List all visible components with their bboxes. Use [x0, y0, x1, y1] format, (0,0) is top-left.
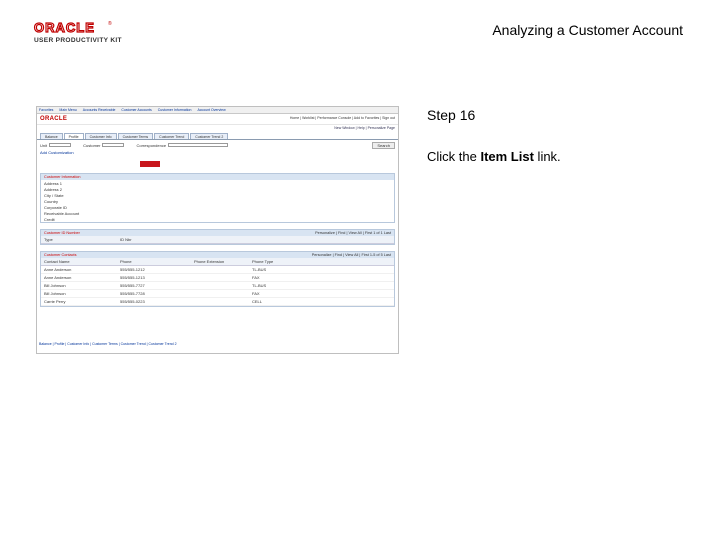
table-cell — [194, 267, 252, 272]
table-cell: 555/555-7728 — [120, 291, 145, 296]
tab-customer-trend[interactable]: Customer Trend — [154, 133, 190, 139]
instruction-text: Click the — [427, 149, 481, 164]
table-cell: TL-BUS — [252, 283, 267, 288]
table-cell: 555/555-1213 — [120, 275, 145, 280]
action-button-red[interactable] — [140, 161, 160, 167]
customer-contacts-section: Customer Contacts Personalize | Find | V… — [40, 251, 395, 307]
filter-correspondence[interactable]: Correspondence — [136, 142, 229, 148]
add-customization-link[interactable]: Add Customization — [37, 150, 398, 155]
breadcrumb-item[interactable]: Favorites — [39, 108, 53, 112]
table-cell — [194, 283, 252, 288]
app-brand-bar: ORACLE Home | Worklist | Performance Con… — [37, 114, 398, 125]
table-cell — [194, 299, 252, 304]
section-title: Customer Information — [44, 175, 81, 179]
tab-customer-info[interactable]: Customer Info — [84, 133, 117, 139]
filter-unit-input[interactable] — [49, 143, 72, 148]
contacts-rows: Anne Anderson 555/555-1212 TL-BUS Anne Ande… — [41, 266, 394, 306]
grid-nav[interactable]: Personalize | Find | View All | First 1 … — [315, 231, 391, 235]
table-cell: Anne Anderson — [44, 267, 72, 272]
page-title: Analyzing a Customer Account — [492, 22, 683, 38]
table-cell: FAX — [252, 291, 260, 296]
table-row: Carrie Perry 555/555-0223 CELL — [41, 298, 394, 306]
instruction-target: Item List — [480, 149, 534, 164]
app-brand-logo: ORACLE — [40, 116, 68, 122]
instruction-text-end: link. — [533, 149, 561, 164]
filter-customer-label: Customer — [83, 142, 101, 148]
table-cell — [194, 291, 252, 296]
tab-balance[interactable]: Balance — [40, 133, 63, 139]
table-cell: TL-BUS — [252, 267, 267, 272]
table-cell: Bill Johnson — [44, 291, 66, 296]
footer-tab-links[interactable]: Balance | Profile | Customer Info | Cust… — [39, 342, 396, 346]
table-cell: Carrie Perry — [44, 299, 66, 304]
app-home-links[interactable]: Home | Worklist | Performance Console | … — [290, 116, 395, 120]
filter-unit-label: Unit — [40, 142, 48, 148]
logo-brand: ORACLE — [33, 20, 95, 35]
column-header: Contact Name — [44, 259, 70, 264]
table-cell — [194, 275, 252, 280]
table-row: Bill Johnson 555/555-7728 FAX — [41, 290, 394, 298]
column-header: Phone Extension — [194, 259, 225, 264]
customer-information-section: Customer Information Address 1 Address 2C… — [40, 173, 395, 223]
customer-id-section: Customer ID Number Personalize | Find | … — [40, 229, 395, 245]
logo-trademark: ® — [108, 21, 112, 27]
table-cell: 555/555-7727 — [120, 283, 145, 288]
table-cell: 555/555-0223 — [120, 299, 145, 304]
app-tabs: Balance Profile Customer Info Customer Term… — [37, 133, 398, 140]
search-button[interactable]: Search — [372, 141, 395, 149]
table-row: Anne Anderson 555/555-1212 TL-BUS — [41, 266, 394, 274]
filter-unit[interactable]: Unit — [40, 142, 72, 148]
table-cell: FAX — [252, 275, 260, 280]
section-title: Customer ID Number — [44, 231, 80, 235]
filter-customer[interactable]: Customer — [83, 142, 125, 148]
column-header: Phone Type — [252, 259, 274, 264]
table-cell: 555/555-1212 — [120, 267, 145, 272]
grid-header: Contact Name Phone Phone Extension Phone… — [41, 258, 394, 266]
table-row: Bill Johnson 555/555-7727 TL-BUS — [41, 282, 394, 290]
grid-nav[interactable]: Personalize | Find | View All | First 1-… — [312, 253, 391, 257]
oracle-wordmark: ORACLE ® — [33, 20, 112, 35]
filter-customer-input[interactable] — [102, 143, 125, 148]
tab-customer-terms[interactable]: Customer Terms — [117, 133, 154, 139]
filter-bar: Unit Customer Correspondence Search — [37, 140, 398, 150]
table-cell: Bill Johnson — [44, 283, 66, 288]
breadcrumb-item[interactable]: Customer Accounts — [121, 108, 151, 112]
column-header: ID Nbr — [120, 237, 132, 242]
app-tools-links[interactable]: New Window | Help | Personalize Page — [37, 125, 398, 133]
filter-correspondence-input[interactable] — [168, 143, 229, 148]
breadcrumb-nav: Favorites Main Menu Accounts Receivable Cus… — [37, 107, 398, 114]
step-label: Step 16 — [427, 107, 476, 123]
grid-header: Type ID Nbr — [41, 236, 394, 244]
breadcrumb-item[interactable]: Customer Information — [158, 108, 192, 112]
step-instruction: Click the Item List link. — [427, 149, 561, 164]
column-header: Phone — [120, 259, 132, 264]
logo-product-name: USER PRODUCTIVITY KIT — [34, 37, 122, 44]
table-row: Anne Anderson 555/555-1213 FAX — [41, 274, 394, 282]
table-cell: CELL — [252, 299, 263, 304]
tab-profile[interactable]: Profile — [63, 133, 84, 139]
tab-customer-trend-2[interactable]: Customer Trend 2 — [190, 133, 229, 139]
filter-correspondence-label: Correspondence — [136, 142, 167, 148]
section-title: Customer Contacts — [44, 253, 77, 257]
oracle-upk-logo: ORACLE ® USER PRODUCTIVITY KIT — [33, 20, 134, 44]
application-screenshot: Favorites Main Menu Accounts Receivable Cus… — [36, 106, 399, 354]
breadcrumb-item[interactable]: Account Overview — [197, 108, 225, 112]
breadcrumb-item[interactable]: Main Menu — [59, 108, 76, 112]
table-cell: Anne Anderson — [44, 275, 72, 280]
field-row: Credit — [44, 217, 55, 222]
breadcrumb-item[interactable]: Accounts Receivable — [83, 108, 116, 112]
column-header: Type — [44, 237, 53, 242]
section-rows: Address 1 Address 2 City / State Country Cor… — [41, 180, 394, 222]
